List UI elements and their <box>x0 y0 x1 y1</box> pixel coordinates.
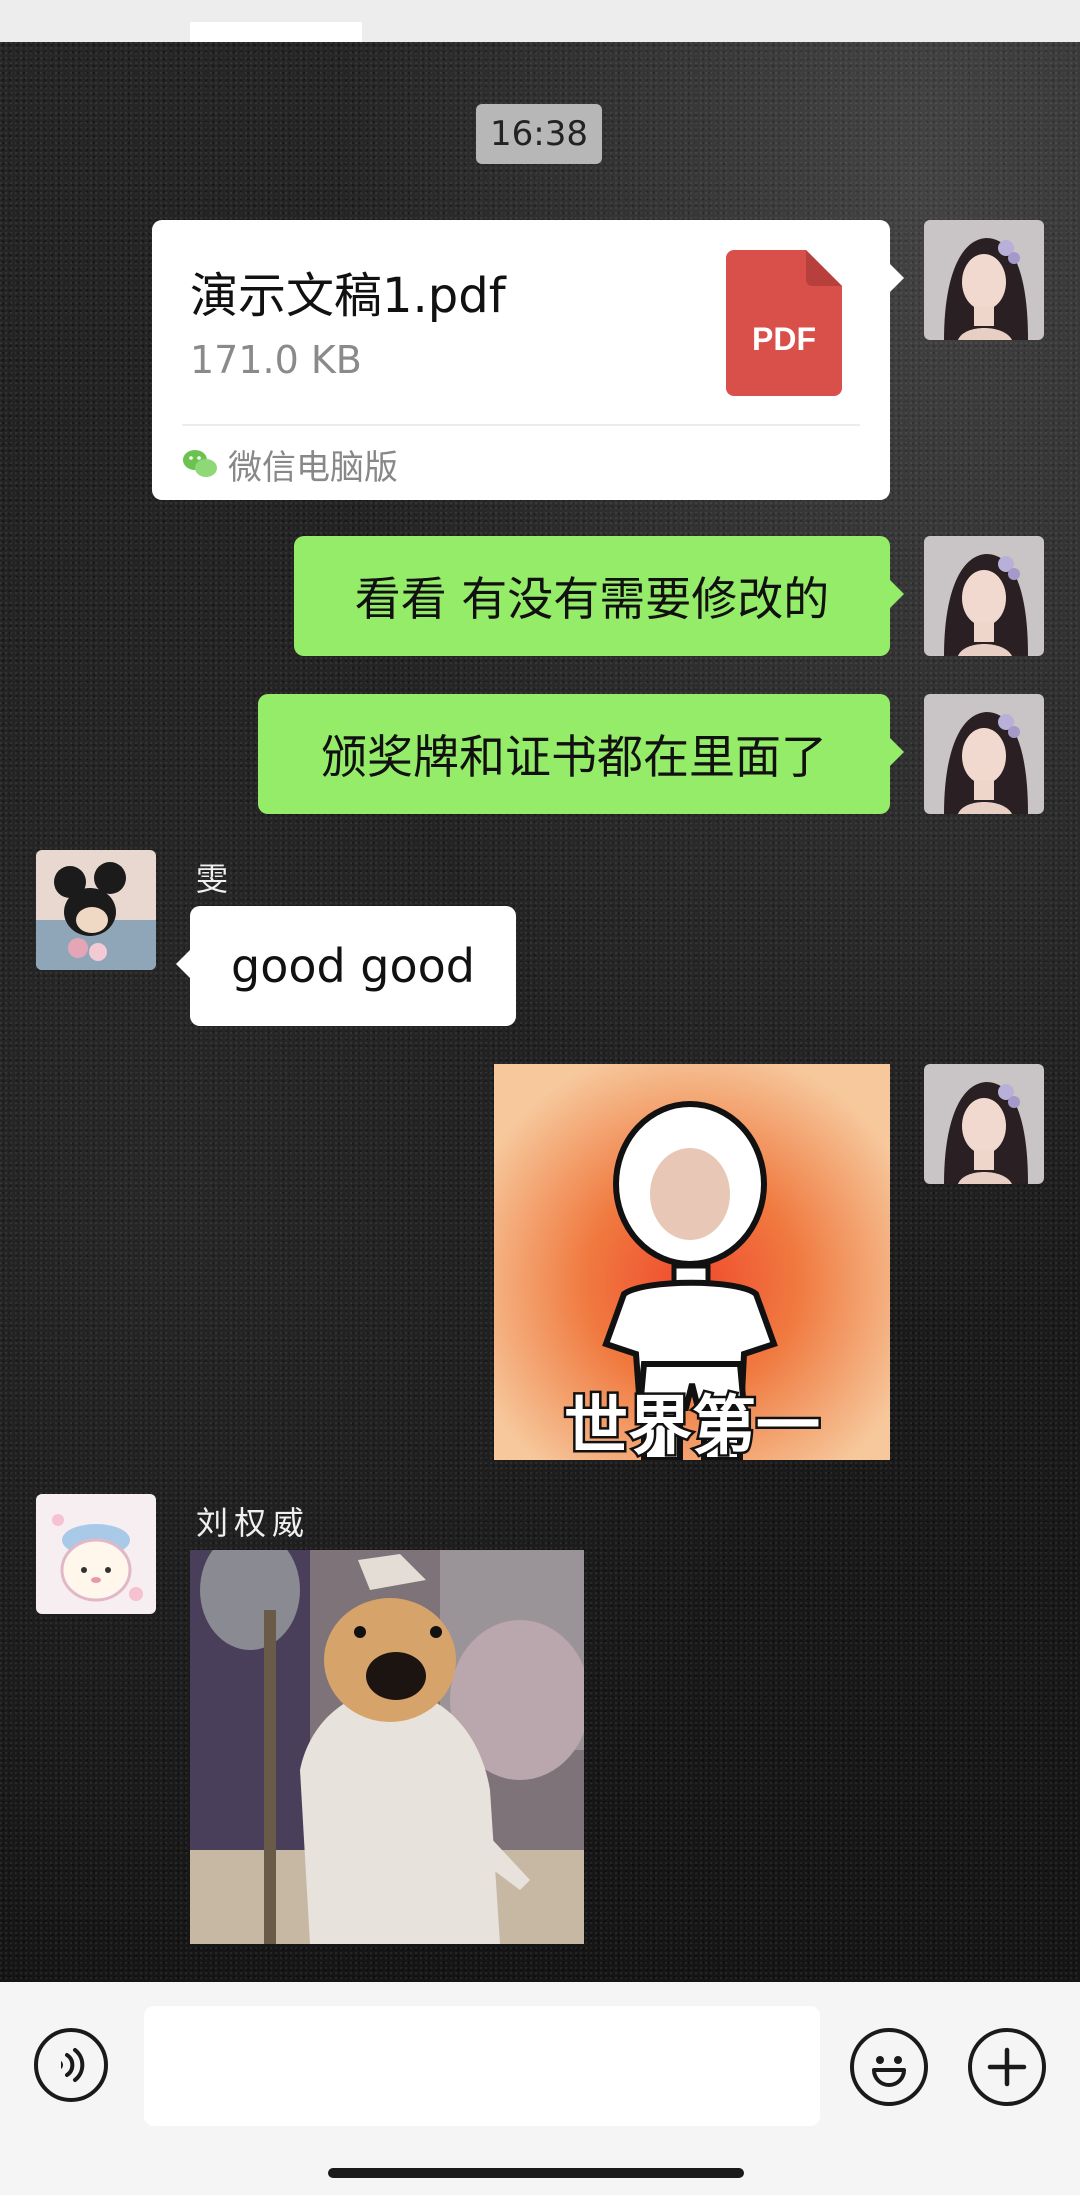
emoji-button[interactable] <box>850 2028 928 2106</box>
my-avatar[interactable] <box>924 694 1044 814</box>
sticker-caption: 世界第一 <box>564 1390 820 1460</box>
file-size: 171.0 KB <box>190 338 362 382</box>
file-divider <box>182 424 860 426</box>
smiley-icon <box>872 2056 906 2087</box>
my-avatar[interactable] <box>924 220 1044 340</box>
pdf-icon-label: PDF <box>752 321 816 357</box>
message-text: good good <box>231 939 475 993</box>
my-message-bubble[interactable]: 颁奖牌和证书都在里面了 <box>258 694 904 814</box>
voice-button[interactable] <box>34 2028 108 2102</box>
home-indicator[interactable] <box>328 2168 744 2178</box>
sender-name: 雯 <box>196 860 235 898</box>
my-avatar[interactable] <box>924 1064 1044 1184</box>
gif-image[interactable] <box>190 1550 584 1944</box>
file-name: 演示文稿1.pdf <box>190 268 506 324</box>
file-source: 微信电脑版 <box>182 442 398 488</box>
message-input[interactable] <box>144 2006 820 2126</box>
chat-area[interactable]: 16:38 演示文稿1.pdf 171.0 KB PDF 微信电脑版 看看 有没… <box>0 42 1080 1982</box>
sender-name: 刘权威 <box>196 1504 311 1542</box>
my-message-bubble[interactable]: 看看 有没有需要修改的 <box>294 536 904 656</box>
top-bar <box>0 0 1080 50</box>
contact-message-bubble[interactable]: good good <box>176 906 516 1026</box>
sticker-image[interactable]: 世界第一 <box>494 1064 890 1460</box>
timestamp: 16:38 <box>476 104 602 164</box>
voice-icon <box>61 2048 85 2082</box>
my-avatar[interactable] <box>924 536 1044 656</box>
file-message[interactable]: 演示文稿1.pdf 171.0 KB PDF 微信电脑版 <box>152 220 904 500</box>
pdf-file-icon: PDF <box>726 250 842 396</box>
input-bar <box>0 1982 1080 2195</box>
add-button[interactable] <box>968 2028 1046 2106</box>
wechat-icon <box>183 450 217 477</box>
contact-avatar[interactable] <box>36 1494 156 1614</box>
file-source-label: 微信电脑版 <box>228 447 398 488</box>
message-text: 看看 有没有需要修改的 <box>354 572 830 626</box>
contact-avatar[interactable] <box>36 850 156 970</box>
plus-icon <box>987 2047 1027 2087</box>
message-text: 颁奖牌和证书都在里面了 <box>321 730 827 784</box>
